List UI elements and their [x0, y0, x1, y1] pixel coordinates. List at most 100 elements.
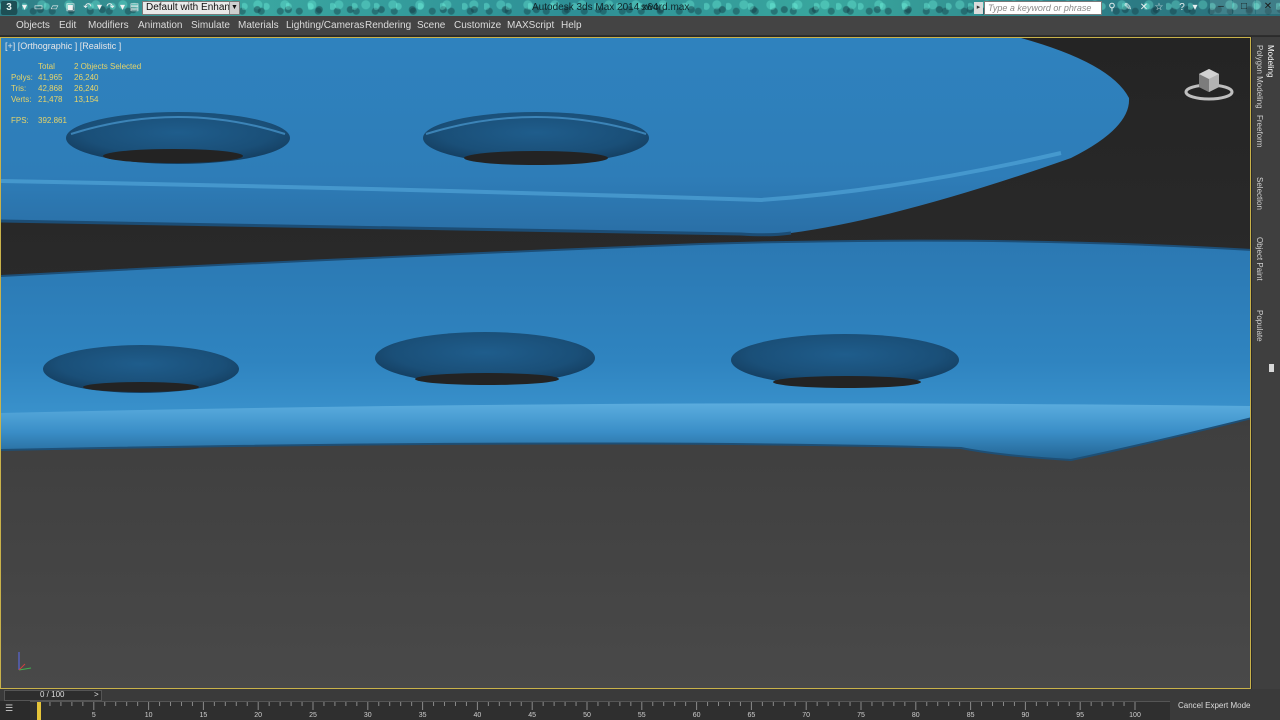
stats-row-selected: 26,240: [74, 84, 99, 93]
binoculars-icon[interactable]: ⚲: [1106, 2, 1118, 14]
track-bar-ticks: [38, 702, 1136, 710]
stats-row-selected: 26,240: [74, 73, 99, 82]
panel-toggle-handle[interactable]: [1269, 364, 1274, 372]
menu-lighting-cameras[interactable]: Lighting/Cameras: [286, 20, 364, 31]
redo-icon[interactable]: ↷: [105, 2, 116, 13]
lower-hole-3-bottom: [773, 376, 921, 388]
frame-label: 30: [363, 712, 372, 719]
menu-scene[interactable]: Scene: [417, 20, 445, 31]
tab-polygon-modeling[interactable]: Polygon Modeling: [1255, 45, 1264, 109]
chevron-down-icon: ▼: [229, 2, 239, 14]
tools-icon[interactable]: ✎: [1122, 2, 1134, 14]
fps-label: FPS:: [11, 116, 29, 125]
time-slider-label: 0 / 100: [40, 690, 65, 699]
next-frame-button[interactable]: >: [94, 690, 99, 699]
status-area: Cancel Expert Mode: [1170, 701, 1280, 720]
tab-modeling[interactable]: Modeling: [1266, 45, 1275, 77]
tab-selection[interactable]: Selection: [1255, 177, 1264, 210]
frame-label: 90: [1021, 712, 1030, 719]
mini-listener-icon[interactable]: ☰: [5, 703, 23, 715]
tab-populate[interactable]: Populate: [1255, 310, 1264, 342]
axis-tripod-icon: [18, 652, 32, 671]
redo-dropdown-icon[interactable]: ▾: [117, 2, 128, 13]
frame-label: 25: [309, 712, 317, 719]
file-name: sword.max: [641, 2, 690, 13]
frame-label: 5: [91, 712, 96, 719]
menu-objects[interactable]: Objects: [16, 20, 50, 31]
frame-label: 35: [418, 712, 427, 719]
frame-label: 50: [583, 712, 591, 719]
menu-customize[interactable]: Customize: [454, 20, 501, 31]
lower-hole-2-bottom: [415, 373, 559, 385]
app-title: Autodesk 3ds Max 2014 x64: [532, 2, 659, 13]
open-file-icon[interactable]: ▱: [49, 2, 60, 13]
menu-simulate[interactable]: Simulate: [191, 20, 230, 31]
frame-label: 10: [144, 712, 153, 719]
lower-blade-edge: [1, 403, 1250, 460]
menu-modifiers[interactable]: Modifiers: [88, 20, 129, 31]
communication-center-icon[interactable]: ✕: [1138, 2, 1150, 14]
help-icon[interactable]: ?: [1176, 2, 1188, 14]
menu-rendering[interactable]: Rendering: [365, 20, 411, 31]
stats-row-label: Tris:: [11, 84, 27, 93]
app-logo-icon[interactable]: 3: [1, 1, 17, 15]
menu-help[interactable]: Help: [561, 20, 582, 31]
upper-blade-mesh: [1, 38, 1130, 237]
stats-row-total: 41,965: [38, 73, 63, 82]
save-icon[interactable]: ▣: [65, 2, 76, 13]
search-input[interactable]: Type a keyword or phrase: [984, 1, 1102, 15]
app-menu-chevron-icon[interactable]: ▾: [19, 2, 30, 13]
viewport-label[interactable]: [+] [Orthographic ] [Realistic ]: [5, 41, 121, 51]
search-expand-icon[interactable]: ▸: [974, 2, 983, 14]
minimize-icon[interactable]: –: [1210, 0, 1232, 14]
tab-object-paint[interactable]: Object Paint: [1255, 237, 1264, 281]
star-icon[interactable]: ☆: [1153, 2, 1165, 14]
stats-row-selected: 13,154: [74, 95, 99, 104]
ribbon-side-panel: Modeling Polygon Modeling Freeform Selec…: [1251, 37, 1280, 689]
frame-label: 55: [637, 712, 646, 719]
stats-header-total: Total: [38, 62, 55, 71]
frame-label: 100: [1129, 712, 1141, 719]
stats-row-total: 42,868: [38, 84, 63, 93]
frame-label: 75: [857, 712, 865, 719]
frame-label: 80: [911, 712, 920, 719]
menu-materials[interactable]: Materials: [238, 20, 279, 31]
lower-hole-1-bottom: [83, 382, 199, 392]
frame-label: 60: [692, 712, 701, 719]
help-dropdown-icon[interactable]: ▾: [1189, 2, 1201, 14]
lower-blade-mesh: [1, 239, 1250, 462]
workspace-label: Default with Enhance: [146, 2, 240, 13]
fps-value: 392.861: [38, 116, 67, 125]
menu-maxscript[interactable]: MAXScript: [507, 20, 554, 31]
menu-animation[interactable]: Animation: [138, 20, 182, 31]
cancel-expert-mode-button[interactable]: Cancel Expert Mode: [1178, 701, 1250, 710]
frame-label: 95: [1076, 712, 1085, 719]
viewport[interactable]: [+] [Orthographic ] [Realistic ] Total 2…: [0, 37, 1251, 689]
undo-dropdown-icon[interactable]: ▾: [94, 2, 105, 13]
time-slider-thumb[interactable]: [37, 702, 41, 720]
upper-hole-2-bottom: [464, 151, 608, 165]
viewcube-icon[interactable]: [1184, 63, 1234, 103]
stats-row-total: 21,478: [38, 95, 63, 104]
title-bar: 3 ▾ ▭ ▱ ▣ ↶ ▾ ↷ ▾ ▤ Default with Enhance…: [0, 0, 1280, 16]
menu-edit[interactable]: Edit: [59, 20, 76, 31]
stats-row-label: Verts:: [11, 95, 32, 104]
close-icon[interactable]: ✕: [1256, 0, 1280, 14]
undo-icon[interactable]: ↶: [82, 2, 93, 13]
track-bar[interactable]: 5 10 15 20 25 30 35 40 45 50 55 60 65 70 75 80 85 90 95 100: [30, 701, 1170, 720]
maximize-icon[interactable]: □: [1233, 0, 1255, 14]
workspace-dropdown[interactable]: Default with Enhance ▼: [142, 1, 240, 15]
tab-freeform[interactable]: Freeform: [1255, 115, 1264, 147]
time-slider-bar: 0 / 100 >: [0, 689, 1280, 701]
frame-label: 45: [528, 712, 537, 719]
frame-label: 70: [802, 712, 811, 719]
frame-label: 65: [747, 712, 756, 719]
frame-label: 40: [473, 712, 482, 719]
frame-label: 85: [966, 712, 975, 719]
stats-header-selected: 2 Objects Selected: [74, 62, 142, 71]
frame-label: 15: [199, 712, 208, 719]
new-file-icon[interactable]: ▭: [33, 2, 44, 13]
project-folder-icon[interactable]: ▤: [129, 2, 140, 13]
viewport-scene: [1, 38, 1250, 462]
upper-hole-1-bottom: [103, 149, 243, 163]
